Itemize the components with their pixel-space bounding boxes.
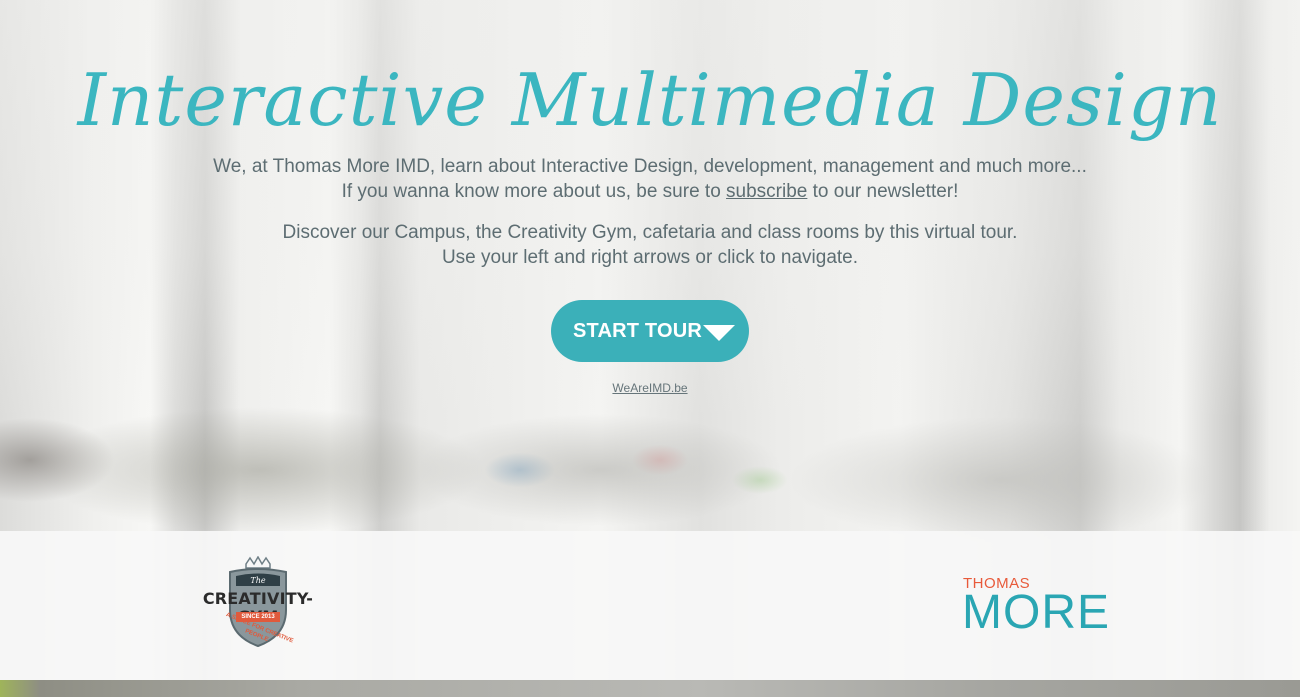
page: Interactive Multimedia Design We, at Tho… [0, 0, 1300, 697]
intro-line-2-after: to our newsletter! [807, 181, 959, 202]
tour-line-2: Use your left and right arrows or click … [441, 247, 859, 268]
tour-line-1: Discover our Campus, the Creativity Gym,… [282, 222, 1018, 243]
bottom-background-strip [0, 680, 1300, 697]
intro-text: We, at Thomas More IMD, learn about Inte… [0, 154, 1300, 204]
creativity-gym-logo[interactable]: The CREATIVITY-GYM SINCE 2013 A SPACE FO… [186, 555, 330, 652]
thomas-more-logo[interactable]: THOMAS MORE [962, 574, 1122, 640]
start-tour-label: START TOUR [573, 320, 703, 342]
weareimd-link[interactable]: WeAreIMD.be [612, 381, 687, 395]
subscribe-link[interactable]: subscribe [726, 181, 807, 202]
intro-line-2-before: If you wanna know more about us, be sure… [341, 181, 727, 202]
svg-text:The: The [250, 576, 265, 585]
tour-instructions: Discover our Campus, the Creativity Gym,… [0, 220, 1300, 270]
start-tour-button[interactable]: START TOUR [551, 300, 749, 362]
intro-line-1: We, at Thomas More IMD, learn about Inte… [213, 156, 1087, 177]
page-title: Interactive Multimedia Design [77, 58, 1223, 142]
triangle-down-icon [703, 325, 735, 341]
site-link-container: WeAreIMD.be [0, 381, 1300, 395]
thomas-more-logo-bottom: MORE [962, 586, 1110, 639]
hero: Interactive Multimedia Design We, at Tho… [0, 0, 1300, 270]
